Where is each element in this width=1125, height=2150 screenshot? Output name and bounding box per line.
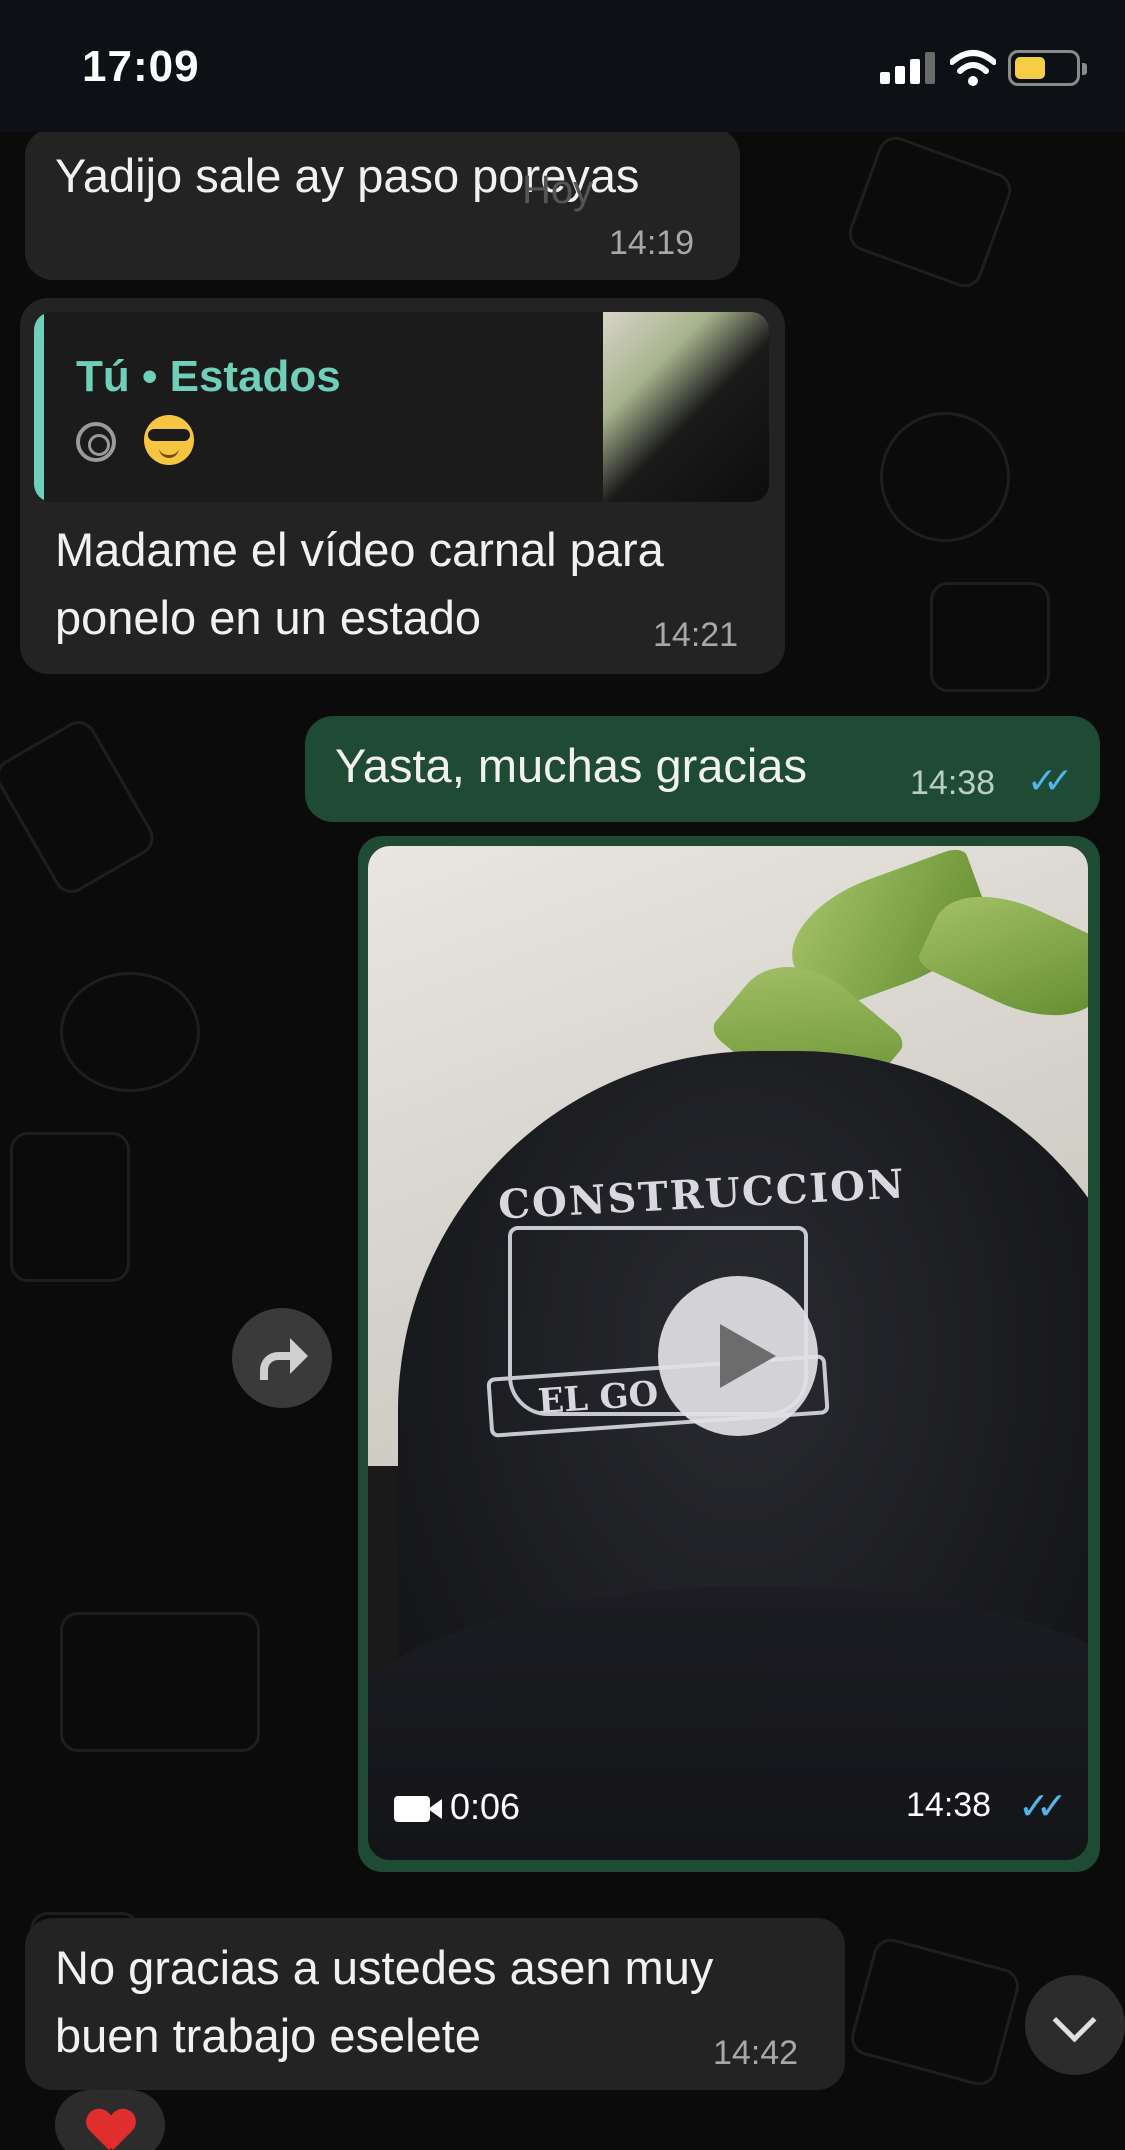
message-bubble-outgoing[interactable]: Yasta, muchas gracias 14:38 ✓✓ bbox=[305, 716, 1100, 822]
reply-quote[interactable]: Tú • Estados bbox=[34, 312, 769, 502]
read-receipt-icon: ✓✓ bbox=[1027, 760, 1073, 801]
message-text-line-2: buen trabajo eselete bbox=[55, 2009, 481, 2062]
message-time: 14:38 bbox=[906, 1786, 992, 1824]
video-duration: 0:06 bbox=[450, 1786, 521, 1827]
message-text-line-1: No gracias a ustedes asen muy bbox=[55, 1941, 714, 1994]
message-time: 14:42 bbox=[713, 2034, 799, 2072]
status-time: 17:09 bbox=[82, 42, 200, 91]
cap-banner-text: EL GO bbox=[536, 1373, 660, 1423]
play-icon[interactable] bbox=[658, 1276, 818, 1436]
message-bubble-incoming[interactable]: Yadijo sale ay paso poreyas 14:19 bbox=[25, 128, 740, 280]
message-bubble-incoming[interactable]: No gracias a ustedes asen muy buen traba… bbox=[25, 1918, 845, 2090]
quote-thumbnail bbox=[603, 312, 769, 502]
forward-icon[interactable] bbox=[232, 1308, 332, 1408]
quote-accent-bar bbox=[34, 312, 44, 502]
message-text: Yasta, muchas gracias bbox=[335, 739, 807, 792]
status-ring-icon bbox=[76, 422, 116, 462]
quote-title: Tú • Estados bbox=[76, 352, 341, 401]
battery-icon bbox=[1008, 50, 1087, 86]
cellular-signal-icon bbox=[880, 52, 936, 84]
video-message-bubble[interactable]: CONSTRUCCION EL GO 0:06 14:38 ✓✓ bbox=[358, 836, 1100, 1872]
message-time: 14:38 bbox=[910, 764, 996, 802]
sunglasses-emoji-icon bbox=[144, 415, 194, 465]
read-receipt-icon: ✓✓ bbox=[1018, 1786, 1068, 1828]
video-thumbnail[interactable]: CONSTRUCCION EL GO 0:06 14:38 ✓✓ bbox=[368, 846, 1088, 1860]
message-text-line-1: Madame el vídeo carnal para bbox=[55, 523, 664, 576]
video-camera-icon bbox=[394, 1796, 442, 1822]
message-bubble-incoming[interactable]: Tú • Estados Madame el vídeo carnal para… bbox=[20, 298, 785, 674]
wifi-icon bbox=[950, 50, 996, 86]
day-label: Hoy bbox=[522, 168, 594, 212]
message-time: 14:19 bbox=[609, 224, 695, 262]
scroll-down-button[interactable] bbox=[1025, 1975, 1125, 2075]
status-bar: 17:09 bbox=[0, 0, 1125, 132]
message-text-line-2: ponelo en un estado bbox=[55, 591, 481, 644]
message-time: 14:21 bbox=[653, 616, 739, 654]
message-reaction[interactable] bbox=[55, 2090, 165, 2150]
red-heart-icon bbox=[87, 2110, 135, 2150]
